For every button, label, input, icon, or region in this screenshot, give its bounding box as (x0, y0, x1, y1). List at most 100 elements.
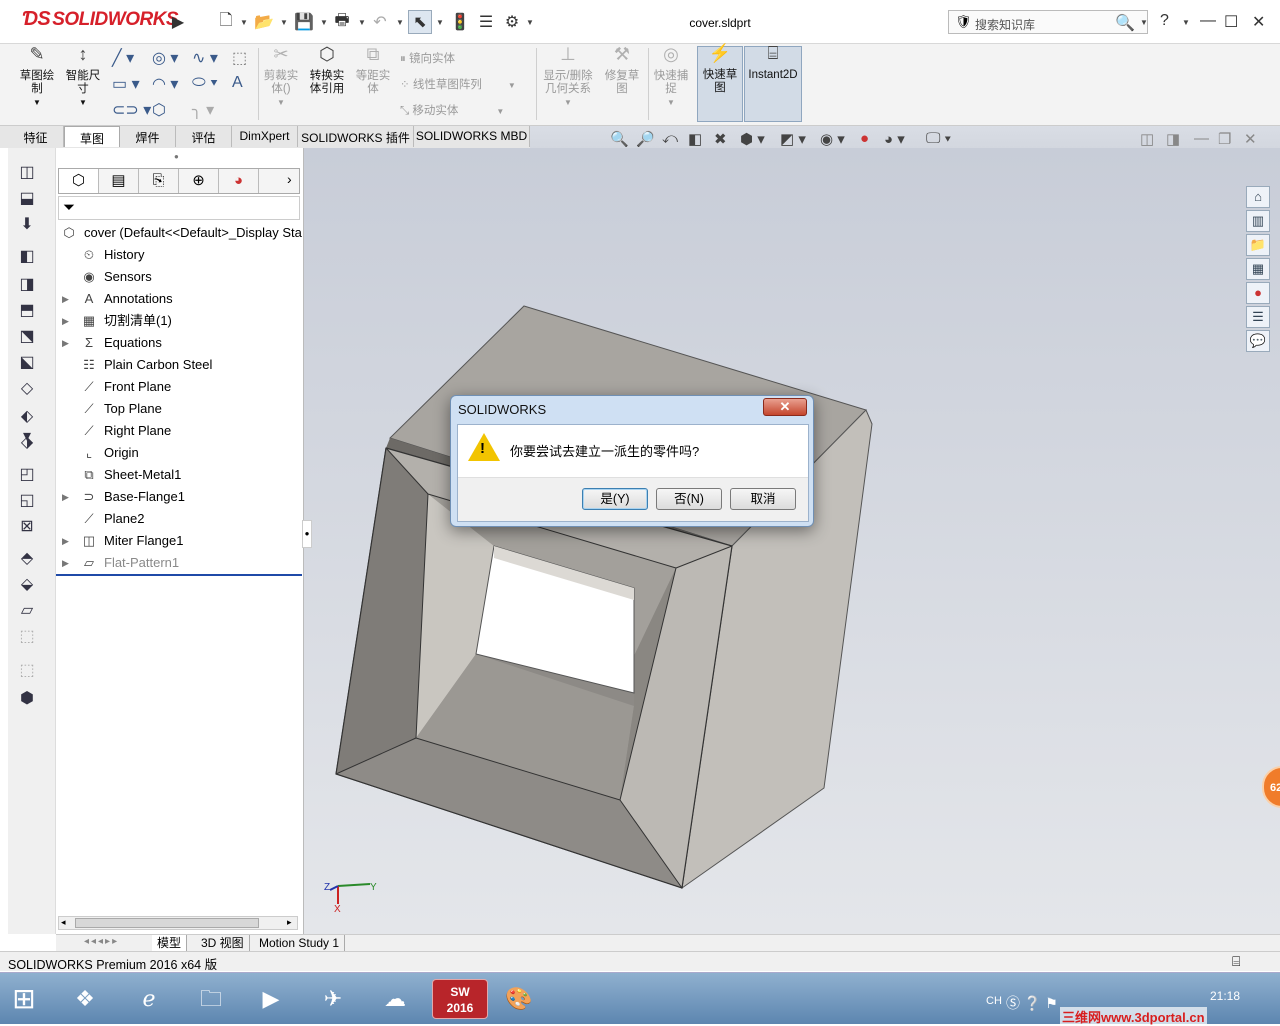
search-icon[interactable]: 🔍 (1115, 13, 1135, 33)
cross-break-icon[interactable]: ⬕ (16, 352, 38, 374)
tab-scroll-arrows-icon[interactable]: ◂◂◂▸▸ (84, 936, 119, 947)
property-manager-tab-icon[interactable]: ▤ (99, 169, 139, 193)
doc-close-icon[interactable]: ✕ (1244, 130, 1257, 148)
tree-item-annotations[interactable]: ▶ A Annotations (62, 288, 173, 310)
edge-flange-icon[interactable]: ⬓ (16, 188, 38, 210)
tree-item-right-plane[interactable]: ⟋ Right Plane (80, 420, 171, 442)
expand-arrow-icon[interactable]: ▶ (62, 310, 69, 332)
maximize-button[interactable]: ☐ (1224, 12, 1238, 32)
miter-flange-icon[interactable]: ◧ (16, 246, 38, 268)
smart-dimension-button[interactable]: ↕ 智能尺 寸 ▼ (60, 45, 106, 109)
file-explorer-icon[interactable]: 📁 (1246, 234, 1270, 256)
rebuild-icon[interactable]: 🚦 (448, 10, 472, 34)
mirror-entities-button[interactable]: ⏸ 镜向实体 (400, 50, 455, 66)
tile-right-icon[interactable]: ◨ (1166, 130, 1180, 148)
tree-item-history[interactable]: ⏲ History (80, 244, 145, 266)
tray-icons[interactable]: Ⓢ ❔ ⚑ (1006, 993, 1058, 1013)
closed-corner-icon[interactable]: ◱ (16, 490, 38, 512)
tile-left-icon[interactable]: ◫ (1140, 130, 1154, 148)
no-bends-icon[interactable]: ⬚ (16, 626, 38, 648)
chevron-right-icon[interactable]: › (287, 171, 292, 187)
hide-show-items-icon[interactable]: ◉ ▾ (820, 130, 845, 148)
tab-motion-study[interactable]: Motion Study 1 (254, 935, 346, 952)
trim-entities-button[interactable]: ✂ 剪裁实 体() ▼ (260, 45, 302, 109)
tree-root-part[interactable]: ⬡ cover (Default<<Default>_Display Sta (60, 222, 302, 244)
sheet-metal-cover-model[interactable]: Y X Z (304, 148, 1280, 934)
cloud-app-icon[interactable]: ☁ (370, 979, 420, 1019)
tab-weldments[interactable]: 焊件 (120, 126, 176, 147)
expand-arrow-icon[interactable]: ▶ (62, 530, 69, 552)
line-icon[interactable]: ╱ ▾ (112, 48, 134, 68)
ellipse-icon[interactable]: ⬭ ▾ (192, 74, 218, 92)
linear-pattern-button[interactable]: ⁘ 线性草图阵列 ▼ (400, 76, 516, 92)
expand-arrow-icon[interactable]: ▶ (62, 332, 69, 354)
quick-snaps-button[interactable]: ◎ 快速捕 捉 ▼ (650, 45, 692, 109)
offset-entities-button[interactable]: ⧉ 等距实 体 (352, 45, 394, 96)
tree-item-flat-pattern[interactable]: ▶ ▱ Flat-Pattern1 (62, 552, 179, 574)
tab-evaluate[interactable]: 评估 (176, 126, 232, 147)
scenes-icon[interactable]: ◕ ▾ (884, 130, 905, 148)
display-manager-tab-icon[interactable]: ◕ (219, 169, 259, 193)
tree-item-origin[interactable]: ⌞ Origin (80, 442, 139, 464)
repair-sketch-button[interactable]: ⚒ 修复草 图 (600, 45, 644, 96)
panel-grip-icon[interactable]: ● (174, 152, 179, 161)
file-properties-icon[interactable]: ☰ (474, 10, 498, 34)
tree-item-miter-flange[interactable]: ▶ ◫ Miter Flange1 (62, 530, 183, 552)
display-style-icon[interactable]: ◩ ▾ (780, 130, 806, 148)
rollback-bar[interactable] (56, 574, 302, 576)
vent-icon[interactable]: ⬗ (16, 432, 38, 454)
tree-item-sensors[interactable]: ◉ Sensors (80, 266, 151, 288)
polygon-icon[interactable]: ⬡ (152, 100, 166, 120)
tab-addins[interactable]: SOLIDWORKS 插件 (298, 126, 414, 147)
convert-entities-button[interactable]: ⬡ 转换实 体引用 (304, 45, 350, 96)
slot-icon[interactable]: ⊂⊃ ▾ (112, 100, 151, 120)
point-grid-icon[interactable]: ⬚ (232, 48, 247, 68)
insert-bends-icon[interactable]: ⬇ (16, 214, 38, 236)
unfold-icon[interactable]: ⬘ (16, 548, 38, 570)
corner-relief-icon[interactable]: ◰ (16, 464, 38, 486)
yes-button[interactable]: 是(Y) (582, 488, 648, 510)
weld-corner-icon[interactable]: ⊠ (16, 516, 38, 538)
tab-sketch[interactable]: 草图 (64, 126, 120, 147)
scroll-left-icon[interactable]: ◂ (61, 917, 66, 928)
open-file-icon[interactable]: 📂 (252, 10, 276, 34)
minimize-button[interactable]: — (1200, 12, 1216, 30)
select-pointer-icon[interactable]: ⬉ (408, 10, 432, 34)
zoom-area-icon[interactable]: 🔎 (636, 130, 655, 148)
hem-icon[interactable]: ◨ (16, 274, 38, 296)
help-icon[interactable]: ? (1160, 12, 1169, 30)
no-button[interactable]: 否(N) (656, 488, 722, 510)
ie-browser-icon[interactable]: ℯ (124, 979, 174, 1019)
tree-item-plane2[interactable]: ⟋ Plane2 (80, 508, 144, 530)
base-flange-icon[interactable]: ◫ (16, 162, 38, 184)
view-settings-icon[interactable]: 🖵 ▾ (926, 130, 951, 147)
dynamic-annotation-icon[interactable]: ✖ (714, 130, 727, 148)
display-relations-button[interactable]: ⊥ 显示/删除 几何关系 ▼ (540, 45, 596, 109)
lofted-bend-icon[interactable]: ◇ (16, 378, 38, 400)
chevron-down-icon[interactable]: ▼ (526, 18, 534, 27)
flatten-icon[interactable]: ▱ (16, 600, 38, 622)
save-icon[interactable]: 💾 (292, 10, 316, 34)
search-input[interactable]: 🛡 搜索知识库 🔍 (948, 10, 1148, 34)
spline-icon[interactable]: ∿ ▾ (192, 48, 218, 68)
instant2d-button[interactable]: ⌸ Instant2D (744, 44, 802, 122)
forum-icon[interactable]: 💬 (1246, 330, 1270, 352)
language-indicator[interactable]: CH (986, 995, 1002, 1007)
forming-tool-icon[interactable]: ⬖ ▾ (16, 406, 38, 445)
tree-item-front-plane[interactable]: ⟋ Front Plane (80, 376, 171, 398)
arc-icon[interactable]: ◠ ▾ (152, 74, 178, 94)
tree-item-cutlist[interactable]: ▶ ▦ 切割清单(1) (62, 310, 172, 332)
panel-collapse-handle[interactable]: ● (302, 520, 312, 548)
fold-icon[interactable]: ⬙ (16, 574, 38, 596)
tree-item-equations[interactable]: ▶ Σ Equations (62, 332, 162, 354)
chevron-down-icon[interactable]: ▼ (280, 18, 288, 27)
dimxpert-manager-tab-icon[interactable]: ⊕ (179, 169, 219, 193)
chevron-down-icon[interactable]: ▼ (436, 18, 444, 27)
file-explorer-icon[interactable]: 🗀 (186, 979, 236, 1019)
chevron-down-icon[interactable]: ▼ (1140, 18, 1148, 27)
tree-item-base-flange[interactable]: ▶ ⊃ Base-Flange1 (62, 486, 185, 508)
chevron-down-icon[interactable]: ▼ (1182, 18, 1190, 27)
jog-icon[interactable]: ⬒ (16, 300, 38, 322)
tab-mbd[interactable]: SOLIDWORKS MBD (414, 126, 530, 147)
doc-minimize-icon[interactable]: — (1194, 130, 1209, 147)
